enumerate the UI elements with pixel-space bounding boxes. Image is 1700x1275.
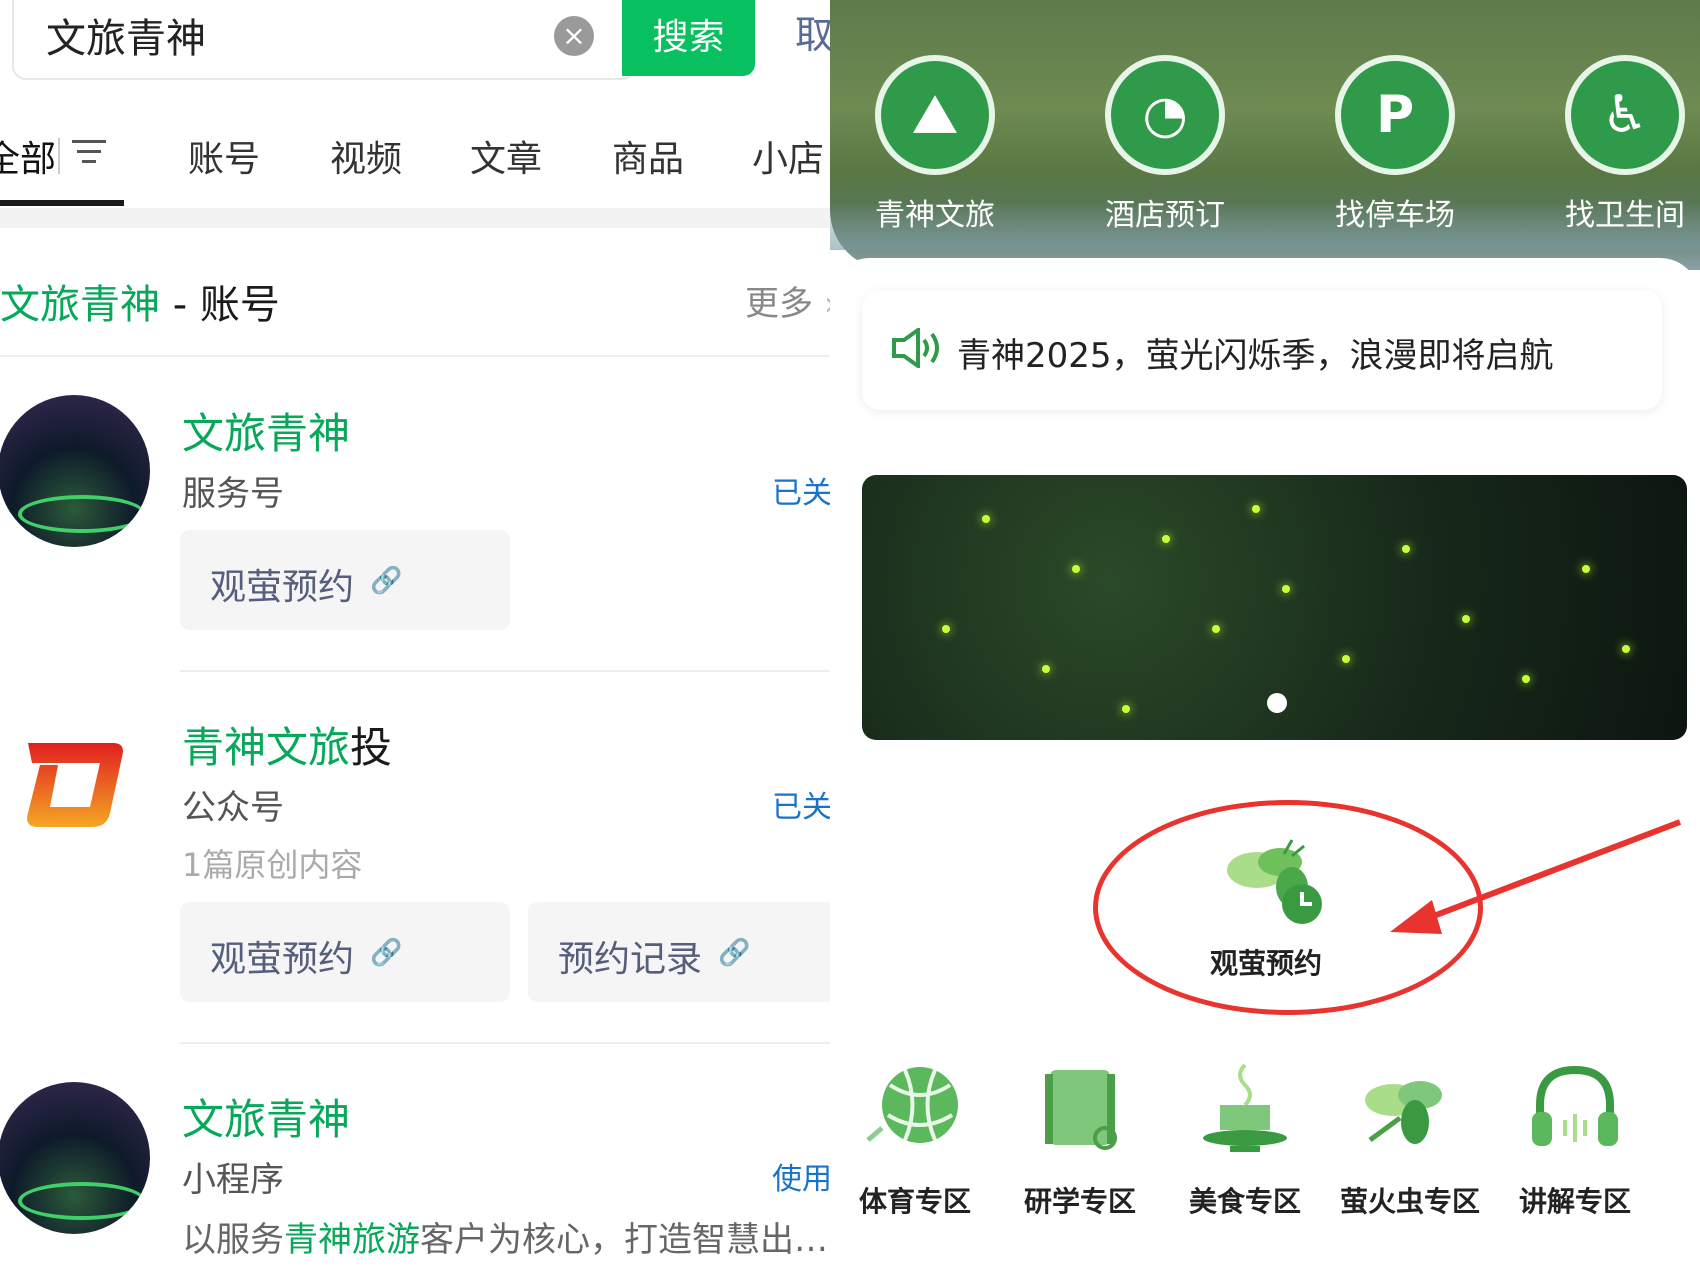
clear-icon[interactable]: ×: [554, 16, 594, 56]
link-label: 观萤预约: [210, 567, 355, 608]
firefly-dot: [942, 625, 950, 633]
result-type: 小程序: [182, 1160, 284, 1200]
firefly-dot: [1212, 625, 1220, 633]
firefly-photo-carousel[interactable]: [862, 475, 1687, 740]
firefly-dot: [982, 515, 990, 523]
link-icon: 🔗: [718, 938, 751, 968]
speaker-icon: [892, 328, 939, 368]
stadium-shape: [18, 495, 146, 533]
section-title: 文旅青神 - 账号: [0, 272, 280, 330]
tab-divider: [58, 138, 60, 174]
search-button[interactable]: 搜索: [622, 0, 755, 76]
search-query: 文旅青神: [46, 16, 206, 62]
result-name: 文旅青神: [182, 1095, 351, 1144]
brand-logo: [18, 735, 128, 835]
zone-label: 萤火虫专区: [1339, 1185, 1480, 1218]
desc-post: 客户为核心，打造智慧出…: [420, 1220, 828, 1260]
annotation-arrow-icon: [1390, 819, 1682, 934]
firefly-clock-icon: [1227, 839, 1322, 924]
restroom-icon: ♿: [1565, 55, 1685, 175]
zone-label: 体育专区: [858, 1185, 971, 1218]
tab-articles[interactable]: 文章: [470, 130, 542, 182]
firefly-dot: [1622, 645, 1630, 653]
section-divider: [0, 208, 860, 228]
firefly-dot: [1342, 655, 1350, 663]
firefly-dot: [1252, 505, 1260, 513]
filter-icon[interactable]: [72, 134, 108, 170]
zone-label: 美食专区: [1188, 1185, 1301, 1218]
featured-label: 观萤预约: [1210, 947, 1323, 980]
quick-icon-label: 青神文旅: [875, 198, 995, 233]
section-title-highlight: 文旅青神: [0, 282, 160, 328]
notice-bar[interactable]: 青神2025，萤光闪烁季，浪漫即将启航: [862, 290, 1662, 410]
parking-icon: P: [1335, 55, 1455, 175]
active-tab-indicator: [0, 200, 124, 206]
firefly-dot: [1072, 565, 1080, 573]
result-name: 文旅青神: [182, 409, 351, 458]
quick-icon-label: 找停车场: [1335, 198, 1455, 233]
result-name-highlight: 青神文旅: [182, 723, 351, 772]
result-type: 服务号: [182, 474, 284, 514]
result-meta: 1篇原创内容: [182, 846, 363, 884]
headphones-icon: [1532, 1065, 1618, 1146]
zone-label: 研学专区: [1023, 1185, 1136, 1218]
firefly-icon: [1365, 1081, 1442, 1144]
section-title-rest: - 账号: [160, 282, 280, 328]
quick-icon-label: 酒店预订: [1105, 198, 1225, 233]
firefly-dot: [1282, 585, 1290, 593]
clock-hand-icon: ◔: [1105, 55, 1225, 175]
result-name: 青神文旅投: [182, 714, 392, 775]
firefly-dot: [1042, 665, 1050, 673]
link-label: 预约记录: [558, 939, 703, 980]
result-description: 以服务青神旅游客户为核心，打造智慧出…: [182, 1212, 828, 1261]
firefly-dot: [1122, 705, 1130, 713]
firefly-dot: [1462, 615, 1470, 623]
filter-tabs: 全部 账号 视频 文章 商品 小店: [0, 120, 860, 210]
food-icon: [1203, 1063, 1287, 1152]
scroll-icon: [1045, 1070, 1117, 1150]
avatar: [0, 1082, 150, 1234]
q-logo-icon: [27, 743, 123, 827]
mountain-icon: ⛰: [875, 55, 995, 175]
ball-icon: [866, 1067, 958, 1143]
firefly-dot: [1162, 535, 1170, 543]
tab-all[interactable]: 全部: [0, 130, 56, 182]
result-name-rest: 投: [350, 723, 393, 772]
stadium-shape: [18, 1182, 146, 1220]
divider: [0, 355, 860, 357]
firefly-dot: [1582, 565, 1590, 573]
more-label: 更多: [745, 284, 813, 324]
avatar: [0, 395, 150, 547]
desc-pre: 以服务: [182, 1220, 284, 1260]
more-link[interactable]: 更多 ›: [745, 276, 837, 325]
link-pill[interactable]: 预约记录 🔗: [528, 902, 860, 1002]
link-pill[interactable]: 观萤预约 🔗: [180, 902, 510, 1002]
result-type: 公众号: [182, 788, 284, 828]
firefly-dot: [1522, 675, 1530, 683]
link-icon: 🔗: [370, 938, 403, 968]
zone-label: 讲解专区: [1518, 1185, 1631, 1218]
tab-accounts[interactable]: 账号: [188, 130, 260, 182]
firefly-dot: [1402, 545, 1410, 553]
divider: [180, 670, 860, 672]
search-input[interactable]: 文旅青神 ×: [12, 0, 636, 80]
mini-program-home: ⛰ 青神文旅 ◔ 酒店预订 P 找停车场 ♿ 找卫生间 青神2025，萤光闪烁季…: [830, 0, 1700, 1275]
search-results-panel: 文旅青神 × 搜索 取消 全部 账号 视频 文章 商品 小店 文旅青神 - 账号…: [0, 0, 860, 1275]
divider: [180, 1042, 860, 1044]
link-icon: 🔗: [370, 566, 403, 596]
link-label: 观萤预约: [210, 939, 355, 980]
quick-icon-label: 找卫生间: [1565, 198, 1685, 233]
tab-products[interactable]: 商品: [612, 130, 684, 182]
link-pill[interactable]: 观萤预约 🔗: [180, 530, 510, 630]
carousel-indicator[interactable]: [1267, 693, 1287, 713]
notice-text: 青神2025，萤光闪烁季，浪漫即将启航: [957, 336, 1554, 376]
desc-highlight: 青神旅游: [284, 1220, 420, 1260]
tab-videos[interactable]: 视频: [330, 130, 402, 182]
tab-shops[interactable]: 小店: [752, 130, 824, 182]
